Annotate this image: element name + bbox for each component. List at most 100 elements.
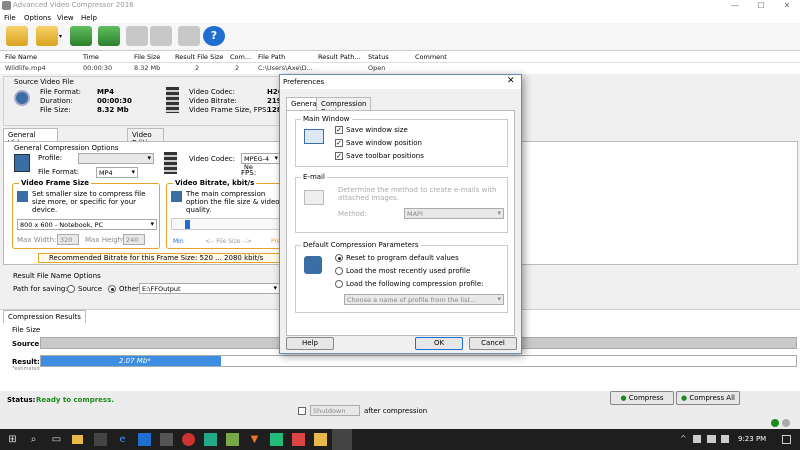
- file-explorer-icon[interactable]: [72, 435, 83, 444]
- email-icon: [304, 190, 324, 205]
- add-folder-button[interactable]: [36, 26, 58, 46]
- save-window-size-checkbox[interactable]: ✓: [335, 126, 343, 134]
- app-icon-1[interactable]: [138, 433, 151, 446]
- max-height-input[interactable]: 240: [123, 234, 145, 245]
- menu-view[interactable]: View: [57, 14, 74, 22]
- video-codec-select[interactable]: MPEG-4 Ne: [241, 153, 281, 171]
- load-following-profile-radio[interactable]: [335, 280, 343, 288]
- recommended-bitrate-bar: Recommended Bitrate for this Frame Size:…: [38, 253, 284, 263]
- other-radio[interactable]: [108, 285, 116, 293]
- close-button[interactable]: ✕: [774, 0, 800, 12]
- save-window-position-checkbox[interactable]: ✓: [335, 139, 343, 147]
- frame-size-select[interactable]: 800 x 600 - Notebook, PC: [17, 219, 157, 230]
- volume-icon[interactable]: [693, 435, 701, 443]
- load-recent-profile-radio[interactable]: [335, 267, 343, 275]
- app-icon-9[interactable]: [314, 433, 327, 446]
- app-icon-8[interactable]: [292, 433, 305, 446]
- col-time[interactable]: Time: [83, 53, 99, 61]
- dropdown-arrow-icon[interactable]: ▾: [59, 33, 62, 40]
- file-format-select[interactable]: MP4: [96, 167, 138, 178]
- col-result-path[interactable]: Result Path...: [318, 53, 361, 61]
- network-icon[interactable]: [707, 435, 716, 443]
- status-green-icon: [771, 419, 779, 427]
- app-icon-7[interactable]: [270, 433, 283, 446]
- compress-all-button[interactable]: ● Compress All: [676, 391, 740, 405]
- profile-select[interactable]: [78, 153, 154, 164]
- col-comment[interactable]: Comment: [415, 53, 447, 61]
- search-icon[interactable]: ⌕: [27, 433, 40, 446]
- max-width-input[interactable]: 320: [57, 234, 79, 245]
- tab-compression-results[interactable]: Compression Results: [3, 310, 86, 323]
- help-button[interactable]: ?: [203, 26, 225, 46]
- settings-icon: [14, 154, 30, 172]
- convert-button[interactable]: [98, 26, 120, 46]
- col-result-size[interactable]: Result File Size: [175, 53, 223, 61]
- tab-compression-engine[interactable]: Compression Engine: [316, 97, 372, 116]
- app-icon: [2, 1, 11, 10]
- play-button[interactable]: [178, 26, 200, 46]
- app-icon-4[interactable]: [204, 433, 217, 446]
- dialog-title-bar: Preferences ✕: [280, 75, 521, 89]
- dialog-help-button[interactable]: Help: [286, 337, 334, 350]
- table-row[interactable]: Wildlife.mp4 00:00:30 8.32 Mb 2 2 C:\Use…: [0, 63, 800, 74]
- speaker-icon[interactable]: [721, 435, 729, 443]
- col-file-name[interactable]: File Name: [5, 53, 37, 61]
- monitor-icon: [17, 191, 28, 202]
- tray-chevron-icon[interactable]: ^: [680, 434, 687, 443]
- film-strip-icon: [166, 87, 179, 113]
- menu-options[interactable]: Options: [24, 14, 51, 22]
- tab-general-compression[interactable]: General Video Compression Options: [3, 128, 59, 163]
- output-path-input[interactable]: E:\FFOutput: [139, 283, 280, 294]
- bitrate-slider-track[interactable]: [171, 218, 281, 230]
- compress-all-icon: ●: [680, 394, 688, 402]
- edge-icon[interactable]: e: [116, 433, 129, 446]
- compress-button[interactable]: ● Compress: [610, 391, 674, 405]
- col-file-size[interactable]: File Size: [134, 53, 160, 61]
- frame-size-box: Video Frame Size Set smaller size to com…: [12, 179, 160, 249]
- col-compression[interactable]: Com...: [230, 53, 251, 61]
- dialog-title: Preferences: [283, 78, 325, 86]
- notifications-icon[interactable]: [782, 435, 791, 444]
- minimize-button[interactable]: —: [722, 0, 748, 12]
- app-icon-3[interactable]: [182, 433, 195, 446]
- save-toolbar-positions-checkbox[interactable]: ✓: [335, 152, 343, 160]
- tab-video-editing[interactable]: Video Editing Options: [127, 128, 164, 155]
- remove-all-button[interactable]: [150, 26, 172, 46]
- store-icon[interactable]: [94, 433, 107, 446]
- col-status[interactable]: Status: [368, 53, 389, 61]
- clock[interactable]: 9:23 PM: [738, 435, 766, 443]
- dialog-general-panel: Main Window ✓ Save window size ✓ Save wi…: [286, 110, 515, 336]
- dialog-close-button[interactable]: ✕: [507, 76, 515, 86]
- app-icon-2[interactable]: [160, 433, 173, 446]
- result-size-value: 2.07 Mb*: [119, 357, 151, 365]
- task-view-icon[interactable]: ▭: [50, 433, 63, 446]
- compress-icon: ●: [620, 394, 627, 402]
- bitrate-box: Video Bitrate, kbit/s The main compressi…: [166, 179, 284, 249]
- taskbar: ⊞ ⌕ ▭ e ▼ ^ 9:23 PM: [0, 429, 800, 450]
- source-radio[interactable]: [67, 285, 75, 293]
- dialog-ok-button[interactable]: OK: [415, 337, 463, 350]
- film-reel-icon: [14, 90, 30, 106]
- source-title: Source Video File: [14, 78, 74, 86]
- help-icon: ?: [210, 29, 218, 42]
- menu-help[interactable]: Help: [81, 14, 97, 22]
- app-icon-6[interactable]: ▼: [248, 433, 261, 446]
- shutdown-checkbox[interactable]: [298, 407, 306, 415]
- status-gray-icon: [782, 419, 790, 427]
- col-file-path[interactable]: File Path: [258, 53, 285, 61]
- reset-defaults-radio[interactable]: [335, 254, 343, 262]
- open-folder-button[interactable]: [6, 26, 28, 46]
- menu-file[interactable]: File: [4, 14, 16, 22]
- app-icon-5[interactable]: [226, 433, 239, 446]
- dialog-cancel-button[interactable]: Cancel: [469, 337, 517, 350]
- bitrate-slider-thumb[interactable]: [185, 220, 190, 229]
- remove-button[interactable]: [126, 26, 148, 46]
- windows-start-icon[interactable]: ⊞: [6, 433, 19, 446]
- active-app-icon[interactable]: [332, 429, 352, 450]
- profile-name-select[interactable]: Choose a name of profile from the list..…: [344, 294, 504, 305]
- email-method-select[interactable]: MAPI: [404, 208, 504, 219]
- window-title: Advanced Video Compressor 2016: [13, 1, 134, 9]
- shutdown-select[interactable]: Shutdown: [310, 405, 360, 416]
- add-file-button[interactable]: [70, 26, 92, 46]
- maximize-button[interactable]: ☐: [748, 0, 774, 12]
